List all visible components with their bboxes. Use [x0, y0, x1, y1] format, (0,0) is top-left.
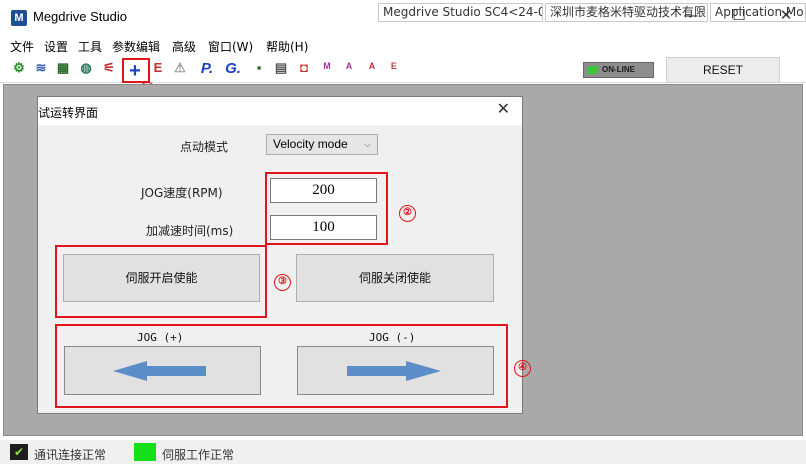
at-icon[interactable]: ᴬ — [364, 60, 380, 78]
annotation-box-2 — [265, 172, 388, 245]
toolbar-highlight-box — [122, 58, 150, 83]
table-icon[interactable]: ▦ — [55, 60, 71, 78]
version-cell: Megdrive Studio SC4<24-07-1 — [378, 3, 543, 22]
annotation-box-3 — [55, 245, 267, 318]
dialog-title-bar: 试运转界面 ✕ — [38, 97, 522, 125]
menu-file[interactable]: 文件 — [10, 38, 34, 55]
dialog-title: 试运转界面 — [38, 106, 99, 120]
p-param-icon[interactable]: P. — [199, 60, 215, 78]
reset-button[interactable]: RESET — [666, 57, 780, 83]
online-led-icon — [587, 66, 597, 74]
menu-window[interactable]: 窗口(W) — [208, 38, 253, 55]
jog-mode-select[interactable]: Velocity mode ⌵ — [266, 134, 378, 155]
status-bar — [0, 440, 806, 464]
ef-icon[interactable]: ᴱ — [386, 60, 402, 78]
io-icon[interactable]: ▪ — [251, 60, 267, 78]
motor-icon[interactable]: ⚟ — [101, 60, 117, 78]
jog-mode-value: Velocity mode — [273, 137, 348, 151]
annotation-marker-3: ③ — [274, 274, 291, 291]
servo-status-led — [134, 443, 156, 461]
g-param-icon[interactable]: G. — [225, 60, 241, 78]
svo-icon[interactable]: ▤ — [273, 60, 289, 78]
dialog-close-icon[interactable]: ✕ — [497, 99, 510, 118]
chevron-down-icon: ⌵ — [364, 139, 371, 149]
annotation-box-4 — [55, 324, 508, 408]
app-mode-cell: Application Mo — [710, 3, 806, 22]
check-icon: ✔ — [10, 444, 28, 460]
jog-mode-label: 点动模式 — [180, 140, 229, 154]
online-label: ON-LINE — [602, 65, 635, 74]
settings-graph-icon[interactable]: ⚙ — [11, 60, 27, 78]
comm-status-text: 通讯连接正常 — [34, 448, 107, 462]
accel-time-label: 加减速时间(ms) — [146, 224, 234, 238]
annotation-marker-4: ④ — [514, 360, 531, 377]
menu-advanced[interactable]: 高级 — [172, 38, 196, 55]
globe-icon[interactable]: ◍ — [78, 60, 94, 78]
alarm-icon[interactable]: ⚠ — [172, 60, 188, 78]
menu-help[interactable]: 帮助(H) — [266, 38, 308, 55]
annotation-marker-2: ② — [399, 205, 416, 222]
servo-status-text: 伺服工作正常 — [162, 448, 235, 462]
menu-param-edit[interactable]: 参数编辑 — [112, 38, 160, 55]
menu-bar: 文件 设置 工具 参数编辑 高级 窗口(W) 帮助(H) — [0, 36, 806, 56]
menu-tools[interactable]: 工具 — [78, 38, 102, 55]
menu-settings[interactable]: 设置 — [44, 38, 68, 55]
pos-icon[interactable]: ◘ — [296, 60, 312, 78]
jog-speed-label: JOG速度(RPM) — [141, 186, 223, 200]
company-cell: 深圳市麦格米特驱动技术有限公 — [545, 3, 708, 22]
online-indicator: ON-LINE — [583, 62, 654, 78]
er-icon[interactable]: E — [150, 60, 166, 78]
mt-icon[interactable]: ᴹ — [319, 60, 335, 78]
wave-icon[interactable]: ≋ — [33, 60, 49, 78]
ma-icon[interactable]: ᴬ — [341, 60, 357, 78]
app-logo-icon: M — [11, 10, 27, 26]
servo-enable-off-button[interactable]: 伺服关闭使能 — [296, 254, 494, 302]
window-title: Megdrive Studio — [33, 9, 127, 24]
